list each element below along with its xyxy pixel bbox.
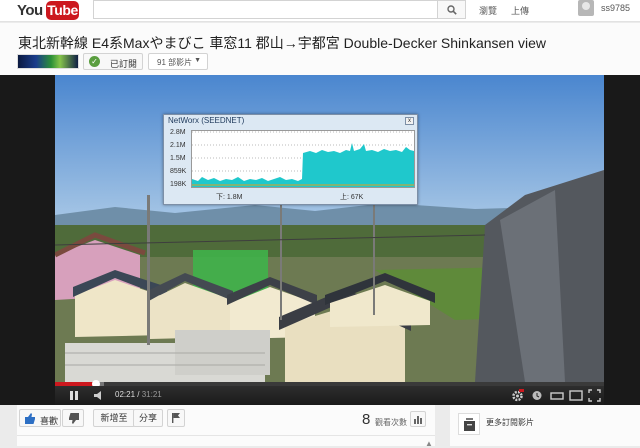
networx-download-rate: 下: 1.8M <box>216 194 243 201</box>
view-count: 8 <box>362 411 371 428</box>
view-count-label: 觀看次數 <box>375 418 407 427</box>
duration: 31:21 <box>141 390 162 399</box>
networx-y-label: 198K <box>170 181 187 188</box>
large-player-icon[interactable] <box>569 389 583 402</box>
traffic-graph-svg <box>192 131 414 187</box>
flag-icon <box>172 413 180 423</box>
volume-icon[interactable] <box>93 389 107 402</box>
below-player: 喜歡 新增至 分享 8 觀看次數 ▲ 更多訂閱影片 <box>0 405 640 448</box>
more-subscriptions-label: 更多訂閱影片 <box>486 418 534 427</box>
networx-y-label: 1.5M <box>170 155 186 162</box>
time-display: 02:21 / 31:21 <box>115 390 162 399</box>
bar-chart-icon <box>414 416 422 424</box>
networx-y-label: 859K <box>170 168 187 175</box>
thumbs-down-icon <box>69 413 79 424</box>
flag-button[interactable] <box>167 409 185 427</box>
username[interactable]: ss9785 <box>601 3 630 13</box>
thumbs-up-icon <box>25 413 35 424</box>
networx-close-button[interactable]: x <box>405 117 414 125</box>
search-button[interactable] <box>438 0 466 19</box>
pause-icon[interactable] <box>69 389 79 402</box>
watch-later-icon[interactable] <box>531 389 543 402</box>
upload-link[interactable]: 上傳 <box>511 4 529 17</box>
masthead: You Tube 瀏覽 上傳 ss9785 <box>0 0 640 22</box>
video-player[interactable]: NetWorx (SEEDNET) x 2.8M 2.1M 1.5M 859K … <box>0 75 640 405</box>
small-player-icon[interactable] <box>550 389 564 402</box>
current-time: 02:21 <box>115 390 136 399</box>
like-button[interactable]: 喜歡 <box>19 409 61 427</box>
traffic-area <box>192 143 414 187</box>
caret-down-icon: ▼ <box>194 57 201 64</box>
divider <box>17 435 435 436</box>
settings-gear-icon[interactable] <box>511 389 524 402</box>
player-controls: 02:21 / 31:21 <box>55 386 604 405</box>
collapse-icon[interactable]: ▲ <box>425 439 433 448</box>
video-header: 東北新幹線 E4系Maxやまびこ 車窓11 郡山→宇都宮 Double-Deck… <box>0 23 640 75</box>
like-label: 喜歡 <box>40 416 59 426</box>
youtube-logo[interactable]: You Tube <box>17 1 79 20</box>
logo-tube-text: Tube <box>46 1 79 20</box>
actions-panel: 喜歡 新增至 分享 8 觀看次數 ▲ <box>17 405 435 448</box>
video-frame[interactable]: NetWorx (SEEDNET) x 2.8M 2.1M 1.5M 859K … <box>55 75 604 382</box>
share-button[interactable]: 分享 <box>133 409 163 427</box>
channel-thumbnail[interactable] <box>17 54 79 69</box>
add-to-button[interactable]: 新增至 <box>93 409 135 427</box>
check-icon: ✓ <box>89 56 100 67</box>
stats-button[interactable] <box>410 411 426 427</box>
networx-title: NetWorx (SEEDNET) <box>168 116 245 125</box>
fullscreen-icon[interactable] <box>588 389 601 402</box>
networx-y-label: 2.1M <box>170 142 186 149</box>
networx-y-label: 2.8M <box>170 129 186 136</box>
more-subscriptions-card[interactable]: 更多訂閱影片 <box>450 405 640 446</box>
subscriptions-thumbnail <box>458 413 480 435</box>
networx-upload-rate: 上: 67K <box>340 194 364 201</box>
video-title: 東北新幹線 E4系Maxやまびこ 車窓11 郡山→宇都宮 Double-Deck… <box>18 35 546 51</box>
search-input[interactable] <box>93 0 438 19</box>
subscribed-label: 已訂閱 <box>110 59 138 69</box>
browse-link[interactable]: 瀏覽 <box>479 4 497 17</box>
channel-videos-dropdown[interactable]: 91 部影片 ▼ <box>148 53 208 70</box>
logo-you-text: You <box>17 2 43 19</box>
dislike-button[interactable] <box>62 409 84 427</box>
video-count: 91 部影片 <box>157 58 193 67</box>
subscriptions-icon <box>464 418 475 431</box>
subscribed-button[interactable]: ✓ 已訂閱 <box>83 53 143 70</box>
search-icon <box>447 5 457 15</box>
networx-traffic-graph <box>191 130 415 188</box>
networx-window[interactable]: NetWorx (SEEDNET) x 2.8M 2.1M 1.5M 859K … <box>163 114 418 205</box>
avatar[interactable] <box>578 0 594 16</box>
